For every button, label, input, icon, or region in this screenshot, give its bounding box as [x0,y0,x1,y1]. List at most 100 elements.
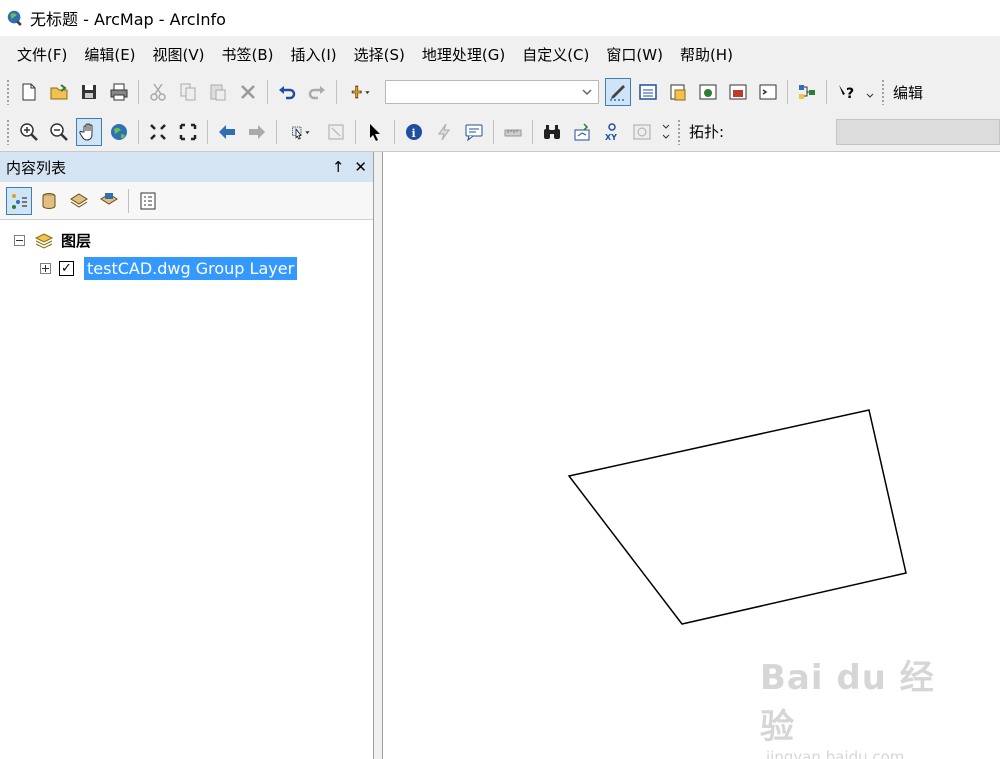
select-features-button[interactable] [283,118,319,146]
menu-selection[interactable]: 选择(S) [349,44,410,65]
toc-options-button[interactable] [135,187,161,215]
layer-visibility-checkbox[interactable]: ✓ [59,260,74,276]
full-extent-button[interactable] [106,118,132,146]
toolbar-grip[interactable] [881,79,885,105]
editor-toolbar-button[interactable] [605,78,631,106]
list-by-visibility-button[interactable] [66,187,92,215]
python-window-icon [759,84,777,100]
layer-row[interactable]: ✓ testCAD.dwg Group Layer [0,254,373,282]
go-to-xy-button[interactable]: XY [599,118,625,146]
layers-stack-icon [34,233,54,249]
zoom-out-button[interactable] [46,118,72,146]
zoom-in-icon [20,122,38,141]
menu-windows[interactable]: 窗口(W) [601,44,668,65]
toolbar-separator [267,80,268,104]
fixed-zoom-out-button[interactable] [175,118,201,146]
select-elements-button[interactable] [362,118,388,146]
toolbar-grip[interactable] [6,79,10,105]
globe-icon [111,123,127,140]
menu-file[interactable]: 文件(F) [12,44,72,65]
modelbuilder-button[interactable] [794,78,820,106]
time-slider-icon [633,124,651,139]
overflow-chevron-icon [866,93,874,98]
menu-view[interactable]: 视图(V) [148,44,210,65]
copy-button[interactable] [175,78,201,106]
identify-button[interactable]: i [401,118,427,146]
hyperlink-button[interactable] [431,118,457,146]
topology-dropdown[interactable] [836,119,1000,145]
collapse-icon[interactable] [14,234,25,246]
delete-button[interactable] [235,78,261,106]
search-window-icon [699,84,717,100]
new-document-button[interactable] [16,78,42,106]
toolbar-separator [128,188,129,213]
catalog-button[interactable] [665,78,691,106]
paste-button[interactable] [205,78,231,106]
list-by-source-button[interactable] [36,187,62,215]
toolbar-overflow-button[interactable] [659,118,673,146]
open-button[interactable] [46,78,72,106]
list-by-drawing-order-button[interactable] [6,186,32,215]
redo-button[interactable] [304,78,330,106]
close-icon[interactable]: ✕ [354,158,367,176]
go-back-button[interactable] [214,118,240,146]
menu-help[interactable]: 帮助(H) [675,44,738,65]
lightning-icon [438,123,450,140]
svg-text:XY: XY [605,133,617,142]
list-by-selection-button[interactable] [96,187,122,215]
toolbar-separator [138,80,139,104]
menu-edit[interactable]: 编辑(E) [79,44,140,65]
html-popup-button[interactable] [461,118,487,146]
map-scale-combo[interactable] [385,80,599,104]
scissors-icon [150,83,166,101]
find-button[interactable] [539,118,565,146]
menu-insert[interactable]: 插入(I) [286,44,342,65]
toc-header: 内容列表 ↑ ✕ [0,152,373,182]
clear-selection-button[interactable] [323,118,349,146]
time-slider-button[interactable] [629,118,655,146]
selection-layers-icon [100,192,118,205]
layers-root-row[interactable]: 图层 [0,226,373,254]
pan-button[interactable] [76,117,102,146]
cut-button[interactable] [145,78,171,106]
search-window-button[interactable] [695,78,721,106]
toolbar-grip[interactable] [677,118,681,145]
add-data-icon [351,85,370,99]
layer-tree: 图层 ✓ testCAD.dwg Group Layer [0,220,373,282]
options-list-icon [140,192,156,209]
python-window-button[interactable] [755,78,781,106]
whats-this-button[interactable]: ? [833,78,859,106]
go-forward-button[interactable] [244,118,270,146]
layer-name[interactable]: testCAD.dwg Group Layer [84,256,298,280]
print-icon [110,83,128,101]
pin-icon[interactable]: ↑ [332,158,345,176]
editor-toolbar-label[interactable]: 编辑 [893,82,923,103]
print-button[interactable] [106,78,132,106]
toolbar-separator [207,119,208,144]
table-of-contents-button[interactable] [635,78,661,106]
visibility-layers-icon [70,192,88,208]
menu-bar: 文件(F) 编辑(E) 视图(V) 书签(B) 插入(I) 选择(S) 地理处理… [0,36,1000,72]
fixed-zoom-in-button[interactable] [145,118,171,146]
expand-icon[interactable] [40,262,51,274]
zoom-in-button[interactable] [16,118,42,146]
find-route-button[interactable] [569,118,595,146]
save-button[interactable] [76,78,102,106]
cad-polygon-feature[interactable] [567,409,907,625]
arctoolbox-button[interactable] [725,78,751,106]
add-data-button[interactable] [343,78,379,106]
copy-icon [180,83,196,101]
toolbar-grip[interactable] [6,118,10,145]
toolbar-overflow-button[interactable] [863,78,877,106]
tools-toolbar: i XY 拓扑: [0,112,1000,152]
fixed-zoom-in-icon [150,123,166,140]
toolbar-separator [787,80,788,104]
panel-splitter[interactable] [374,152,382,759]
menu-customize[interactable]: 自定义(C) [517,44,594,65]
pan-hand-icon [79,123,93,141]
undo-button[interactable] [274,78,300,106]
menu-bookmarks[interactable]: 书签(B) [217,44,279,65]
drawing-order-icon [12,193,27,209]
menu-geoprocessing[interactable]: 地理处理(G) [417,44,510,65]
measure-button[interactable] [500,118,526,146]
